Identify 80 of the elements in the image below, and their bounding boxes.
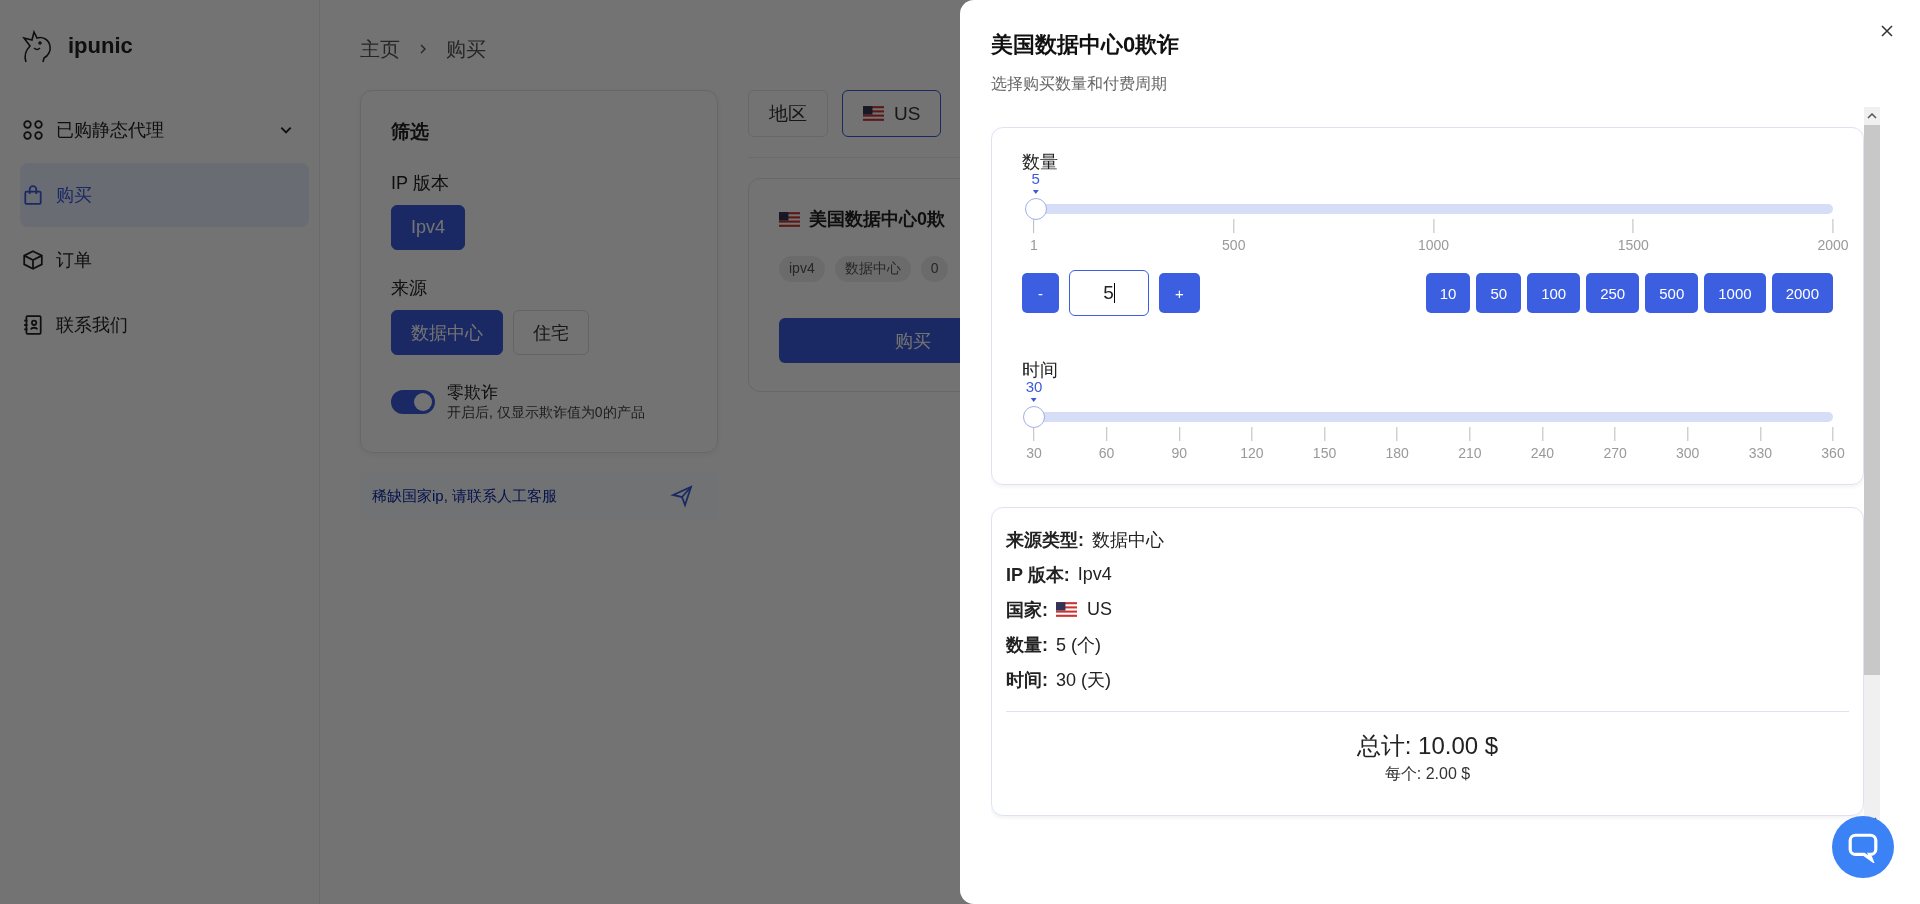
summary-label: IP 版本: (1006, 563, 1070, 587)
summary-value: 数据中心 (1092, 528, 1164, 552)
tick-label: 180 (1385, 445, 1409, 461)
tick-label: 330 (1748, 445, 1773, 461)
region-tab[interactable]: US (842, 90, 942, 137)
filter-option-button[interactable]: 住宅 (513, 310, 589, 355)
unit-price: 每个: 2.00 $ (1383, 764, 1472, 784)
plus-button[interactable]: + (1159, 273, 1200, 313)
preset-button[interactable]: 500 (1645, 273, 1699, 313)
chevron-right-icon (418, 43, 428, 55)
product-title: 美国数据中心0欺 (809, 208, 945, 231)
quantity-input[interactable]: 5 (1069, 270, 1149, 316)
tick-label: 2000 (1817, 237, 1849, 253)
contact-text: 稀缺国家ip, 请联系人工客服 (372, 486, 557, 506)
caret-icon (1031, 398, 1037, 402)
contact-book-icon (22, 314, 44, 336)
drawer-title: 美国数据中心0欺诈 (991, 31, 1181, 59)
preset-button[interactable]: 10 (1425, 273, 1471, 313)
filter-option-button[interactable]: 数据中心 (391, 310, 503, 355)
breadcrumb-link[interactable]: 购买 (446, 35, 486, 63)
breadcrumb-link[interactable]: 主页 (360, 35, 400, 63)
summary-label: 数量: (1006, 633, 1048, 657)
tick-label: 500 (1222, 237, 1246, 253)
tick-label: 360 (1821, 445, 1845, 461)
grid-icon (22, 119, 44, 141)
tick-label: 90 (1171, 445, 1188, 461)
tick-label: 120 (1240, 445, 1264, 461)
total-price: 总计: 10.00 $ (1355, 731, 1500, 761)
tick-label: 270 (1603, 445, 1627, 461)
nav-item[interactable]: 购买 (20, 163, 309, 227)
summary-label: 来源类型: (1006, 528, 1084, 552)
filter-title: 筛选 (391, 120, 430, 144)
tick-label: 150 (1312, 445, 1337, 461)
close-icon[interactable] (1880, 24, 1894, 38)
send-icon (670, 484, 694, 508)
scroll-up-icon[interactable] (1867, 113, 1877, 119)
product-tag: ipv4 (779, 256, 825, 282)
summary-label: 时间: (1006, 668, 1048, 692)
tick-label: 1500 (1617, 237, 1649, 253)
slider-thumb[interactable] (1023, 406, 1045, 428)
toggle-switch[interactable] (391, 389, 435, 414)
caret-icon (1032, 190, 1039, 194)
minus-button[interactable]: - (1022, 273, 1059, 313)
tick-label: 210 (1458, 445, 1482, 461)
brand-name: ipunic (68, 33, 133, 59)
filter-label: 来源 (391, 277, 428, 300)
nav-item[interactable]: 已购静态代理 (20, 98, 309, 162)
filter-option-button[interactable]: Ipv4 (391, 205, 466, 250)
preset-button[interactable]: 250 (1586, 273, 1640, 313)
tick-label: 1000 (1417, 237, 1450, 253)
nav-item[interactable]: 联系我们 (20, 293, 309, 357)
summary-value: Ipv4 (1077, 564, 1112, 585)
summary-value: 5 (个) (1056, 633, 1101, 657)
tick-label: 240 (1530, 445, 1555, 461)
product-tag: 0 (920, 256, 949, 282)
preset-button[interactable]: 50 (1476, 273, 1522, 313)
preset-button[interactable]: 2000 (1771, 273, 1833, 313)
slider-thumb[interactable] (1024, 198, 1047, 220)
drawer-subtitle: 选择购买数量和付费周期 (991, 74, 1168, 94)
tick-label: 30 (1026, 445, 1042, 461)
product-tag: 数据中心 (834, 256, 911, 282)
bag-icon (22, 184, 44, 206)
flag-icon (779, 211, 800, 227)
region-tab[interactable]: 地区 (748, 90, 828, 137)
summary-value: 30 (天) (1056, 668, 1111, 692)
box-icon (22, 249, 44, 271)
filter-label: IP 版本 (391, 172, 450, 195)
tick-label: 60 (1098, 445, 1115, 461)
flag-icon (863, 106, 884, 121)
preset-button[interactable]: 1000 (1704, 273, 1766, 313)
nav-item[interactable]: 订单 (20, 228, 309, 292)
summary-value: US (1087, 599, 1112, 620)
summary-label: 国家: (1006, 598, 1048, 622)
toggle-label: 零欺诈 (447, 382, 499, 404)
toggle-hint: 开启后, 仅显示欺诈值为0的产品 (447, 404, 645, 422)
tick-label: 1 (1030, 237, 1038, 253)
preset-button[interactable]: 100 (1527, 273, 1581, 313)
tick-label: 300 (1676, 445, 1700, 461)
chat-bubble-icon (1847, 831, 1879, 863)
flag-icon (1056, 602, 1077, 617)
